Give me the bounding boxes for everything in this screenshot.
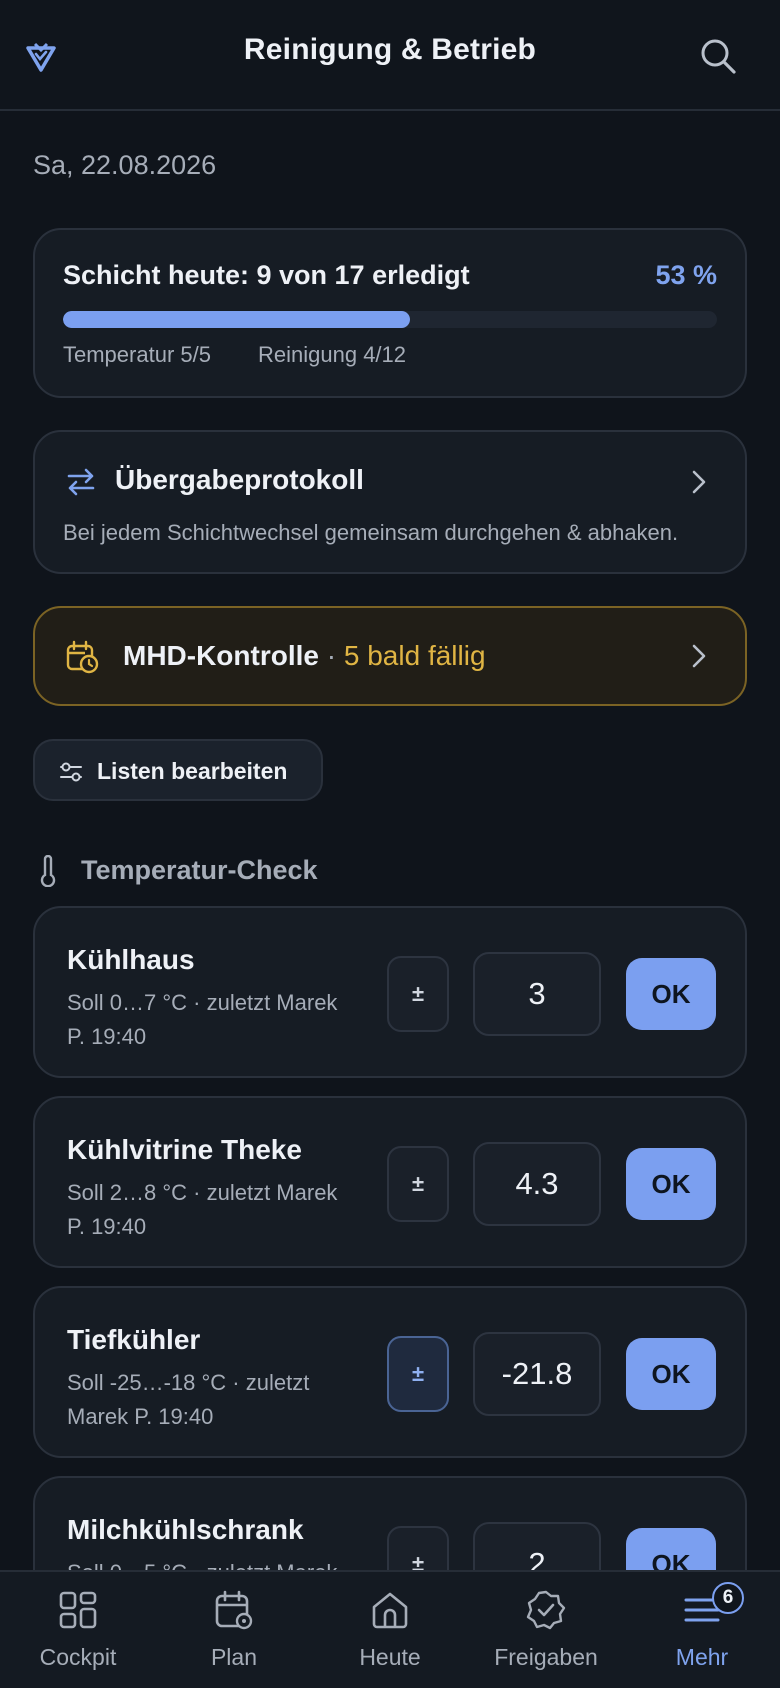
search-icon[interactable] [698, 36, 738, 76]
nav-item-plan[interactable]: Plan [156, 1572, 312, 1688]
bottom-navigation: Cockpit Plan Heute Freigaben 6 Mehr [0, 1570, 780, 1688]
sign-toggle-button[interactable]: ± [387, 1146, 449, 1222]
nav-label: Plan [210, 1644, 258, 1670]
shift-progress-card: Schicht heute: 9 von 17 erledigt 53 % Te… [33, 228, 747, 398]
nav-label: Heute [359, 1644, 421, 1670]
edit-lists-label: Listen bearbeiten [97, 758, 288, 784]
ok-button[interactable]: OK [626, 958, 716, 1030]
sliders-icon [60, 762, 82, 782]
section-title: Temperatur-Check [81, 855, 318, 885]
nav-label: Freigaben [494, 1644, 598, 1670]
device-name: Kühlhaus [67, 944, 195, 975]
device-target-info: Soll 2…8 °C · zuletzt Marek P. 19:40 [67, 1180, 338, 1239]
progress-title: Schicht heute: 9 von 17 erledigt [63, 260, 470, 290]
mhd-due-count: 5 bald fällig [343, 640, 486, 671]
swap-arrows-icon [67, 468, 95, 496]
handover-title: Übergabeprotokoll [115, 464, 364, 495]
app-header: Reinigung & Betrieb [0, 0, 780, 111]
progress-bar-fill [63, 311, 410, 328]
sign-toggle-button[interactable]: ± [387, 1336, 449, 1412]
device-target-info: Soll -25…-18 °C · zuletzt Marek P. 19:40 [67, 1370, 310, 1429]
temperature-input[interactable]: -21.8 [473, 1332, 601, 1416]
device-name: Kühlvitrine Theke [67, 1134, 302, 1165]
temperature-input[interactable]: 3 [473, 952, 601, 1036]
mhd-separator: · [326, 640, 337, 671]
mhd-control-card[interactable]: MHD-Kontrolle · 5 bald fällig [33, 606, 747, 706]
chevron-right-icon [692, 470, 706, 494]
temperature-row: Kühlhaus Soll 0…7 °C · zuletzt Marek P. … [33, 906, 747, 1078]
edit-lists-button[interactable]: Listen bearbeiten [33, 739, 323, 801]
sign-toggle-button[interactable]: ± [387, 956, 449, 1032]
chevron-right-icon [692, 644, 706, 668]
notification-badge: 6 [712, 1582, 744, 1614]
device-target-info: Soll 0…7 °C · zuletzt Marek P. 19:40 [67, 990, 338, 1049]
nav-label: Cockpit [39, 1644, 117, 1670]
nav-item-freigaben[interactable]: Freigaben [468, 1572, 624, 1688]
thermometer-icon [40, 855, 56, 887]
progress-percent: 53 % [655, 260, 717, 290]
nav-label: Mehr [675, 1644, 729, 1670]
current-date: Sa, 22.08.2026 [33, 150, 217, 180]
calendar-gear-icon [215, 1590, 253, 1630]
temperature-row: Tiefkühler Soll -25…-18 °C · zuletzt Mar… [33, 1286, 747, 1458]
page-title: Reinigung & Betrieb [243, 33, 537, 66]
device-name: Milchkühlschrank [67, 1514, 304, 1545]
nav-item-cockpit[interactable]: Cockpit [0, 1572, 156, 1688]
calendar-clock-icon [66, 640, 99, 674]
temperature-row: Kühlvitrine Theke Soll 2…8 °C · zuletzt … [33, 1096, 747, 1268]
progress-bar [63, 311, 717, 328]
temperature-progress: Temperatur 5/5 [63, 342, 211, 367]
grid-icon [59, 1591, 97, 1629]
nav-item-mehr[interactable]: 6 Mehr [624, 1572, 780, 1688]
temperature-input[interactable]: 4.3 [473, 1142, 601, 1226]
home-icon [372, 1592, 408, 1629]
handover-protocol-card[interactable]: Übergabeprotokoll Bei jedem Schichtwechs… [33, 430, 747, 574]
cleaning-progress: Reinigung 4/12 [258, 342, 407, 367]
ok-button[interactable]: OK [626, 1148, 716, 1220]
ok-button[interactable]: OK [626, 1338, 716, 1410]
nav-item-heute[interactable]: Heute [312, 1572, 468, 1688]
badge-check-icon [526, 1590, 566, 1630]
mhd-text: MHD-Kontrolle · 5 bald fällig [123, 640, 486, 672]
mhd-title: MHD-Kontrolle [123, 640, 319, 671]
handover-subtitle: Bei jedem Schichtwechsel gemeinsam durch… [63, 520, 679, 545]
device-name: Tiefkühler [67, 1324, 201, 1355]
